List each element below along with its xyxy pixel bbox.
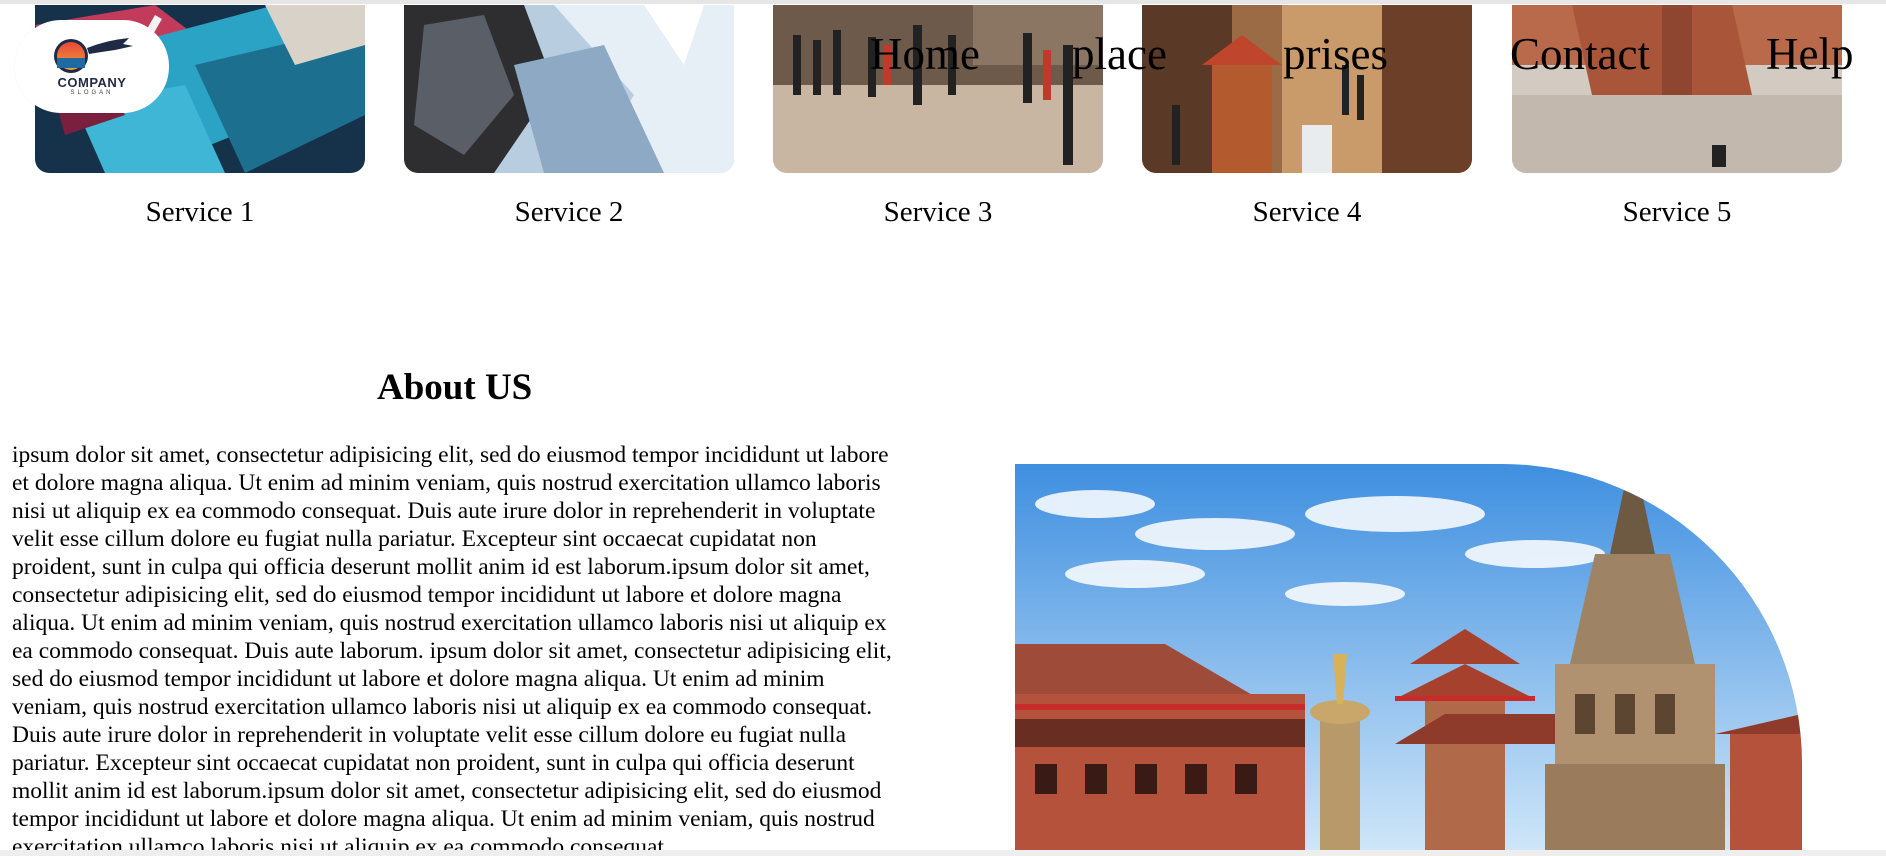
service-2-image [404,5,734,173]
company-logo[interactable]: COMPANY SLOGAN [15,20,169,113]
service-4-label: Service 4 [1252,196,1362,228]
service-card-2[interactable]: Service 2 [404,5,734,229]
bottom-border [0,850,1886,856]
about-title: About US [377,367,533,408]
logo-emblem-icon [54,38,133,73]
about-image [1015,464,1802,851]
nav-place[interactable]: place [1072,26,1167,82]
nav-prises[interactable]: prises [1283,26,1388,82]
service-1-label: Service 1 [145,196,255,228]
service-5-label: Service 5 [1622,196,1732,228]
nav-home[interactable]: Home [870,26,980,82]
about-text: ipsum dolor sit amet, consectetur adipis… [12,442,892,851]
logo-company-name: COMPANY [57,75,127,90]
nav-contact[interactable]: Contact [1510,26,1650,82]
top-border [0,0,1886,4]
nav-help[interactable]: Help [1766,26,1853,82]
service-2-label: Service 2 [514,196,624,228]
logo-slogan: SLOGAN [70,90,114,96]
service-3-label: Service 3 [883,196,993,228]
